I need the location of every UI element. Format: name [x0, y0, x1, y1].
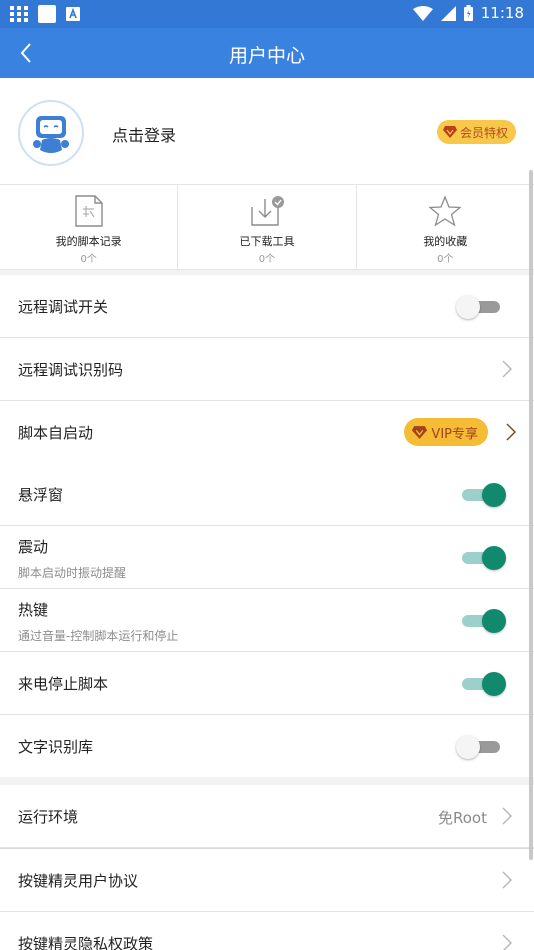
status-left: [10, 5, 80, 23]
remote-debug-row[interactable]: 远程调试开关: [0, 275, 534, 338]
chevron-right-icon: [502, 807, 512, 825]
runtime-value: 免Root: [438, 809, 487, 827]
row-label: 按键精灵用户协议: [18, 872, 139, 890]
avatar[interactable]: [18, 100, 84, 166]
remote-debug-toggle[interactable]: [456, 295, 504, 319]
vip-exclusive-badge: VIP专享: [404, 418, 488, 446]
about-section: 运行环境 免Root 按键精灵用户协议 按键精灵隐私权政策: [0, 785, 534, 950]
row-label: 远程调试识别码: [18, 361, 124, 379]
auto-start-row[interactable]: 脚本自启动 VIP专享: [0, 401, 534, 463]
login-link[interactable]: 点击登录: [112, 122, 176, 146]
stat-label: 我的脚本记录: [55, 235, 122, 248]
profile-card[interactable]: 点击登录 会员特权: [0, 78, 534, 185]
row-label: 文字识别库: [18, 738, 94, 756]
ocr-library-row[interactable]: 文字识别库: [0, 715, 534, 777]
row-label: 脚本自启动: [18, 424, 94, 442]
status-right: 11:18: [412, 4, 524, 22]
content-scroll[interactable]: 点击登录 会员特权 我的脚本记录 0个 已下载工具 0个 我的收藏 0个 远程调…: [0, 78, 534, 950]
call-stop-row[interactable]: 来电停止脚本: [0, 652, 534, 715]
chevron-right-icon: [502, 871, 512, 889]
star-icon: [429, 195, 462, 227]
diamond-icon: [412, 425, 428, 439]
status-time: 11:18: [480, 4, 524, 22]
row-subtitle: 通过音量-控制脚本运行和停止: [18, 629, 179, 643]
app-bar: 用户中心: [0, 28, 534, 78]
user-agreement-row[interactable]: 按键精灵用户协议: [0, 848, 534, 912]
stat-count: 0个: [80, 254, 97, 265]
stat-label: 已下载工具: [239, 235, 295, 248]
row-label: 运行环境: [18, 808, 79, 826]
settings-section: 远程调试开关 远程调试识别码 脚本自启动 VIP专享 悬浮窗 震动 脚本启动时振…: [0, 275, 534, 777]
vibration-toggle[interactable]: [458, 546, 506, 570]
stat-script-records[interactable]: 我的脚本记录 0个: [0, 185, 177, 269]
floating-window-row[interactable]: 悬浮窗: [0, 463, 534, 526]
member-privilege-badge[interactable]: 会员特权: [436, 120, 516, 144]
script-doc-icon: [74, 195, 103, 227]
font-app-icon: [66, 7, 80, 21]
hotkey-row[interactable]: 热键 通过音量-控制脚本运行和停止: [0, 589, 534, 652]
member-badge-label: 会员特权: [459, 125, 508, 140]
chevron-right-icon: [506, 423, 516, 441]
stat-count: 0个: [437, 254, 454, 265]
chevron-right-icon: [502, 360, 512, 378]
status-bar: 11:18: [0, 0, 534, 28]
download-icon: [251, 196, 284, 226]
scrollbar[interactable]: [529, 170, 533, 860]
row-label: 来电停止脚本: [18, 675, 109, 693]
grid-app-icon: [10, 6, 28, 22]
blank-app-icon: [38, 5, 56, 23]
diamond-icon: [442, 126, 457, 138]
stats-bar: 我的脚本记录 0个 已下载工具 0个 我的收藏 0个: [0, 185, 534, 270]
battery-icon: [463, 5, 473, 21]
row-label: 按键精灵隐私权政策: [18, 935, 154, 950]
signal-icon: [440, 5, 456, 21]
floating-window-toggle[interactable]: [458, 483, 506, 507]
stat-downloaded-tools[interactable]: 已下载工具 0个: [177, 185, 355, 269]
row-label: 悬浮窗: [18, 486, 64, 504]
hotkey-toggle[interactable]: [458, 609, 506, 633]
privacy-policy-row[interactable]: 按键精灵隐私权政策: [0, 912, 534, 950]
stat-favorites[interactable]: 我的收藏 0个: [355, 185, 534, 269]
vip-badge-label: VIP专享: [431, 426, 478, 442]
row-subtitle: 脚本启动时振动提醒: [18, 566, 127, 580]
runtime-env-row[interactable]: 运行环境 免Root: [0, 785, 534, 848]
row-label: 热键: [18, 601, 49, 619]
stat-count: 0个: [258, 254, 276, 265]
stat-label: 我的收藏: [423, 235, 468, 248]
call-stop-toggle[interactable]: [458, 672, 506, 696]
vibration-row[interactable]: 震动 脚本启动时振动提醒: [0, 526, 534, 589]
row-label: 远程调试开关: [18, 298, 109, 316]
ocr-library-toggle[interactable]: [456, 735, 504, 759]
row-label: 震动: [18, 538, 49, 556]
chevron-right-icon: [502, 934, 512, 950]
wifi-icon: [412, 5, 433, 21]
remote-code-row[interactable]: 远程调试识别码: [0, 338, 534, 401]
page-title: 用户中心: [228, 45, 305, 67]
robot-avatar-icon: [33, 116, 69, 153]
